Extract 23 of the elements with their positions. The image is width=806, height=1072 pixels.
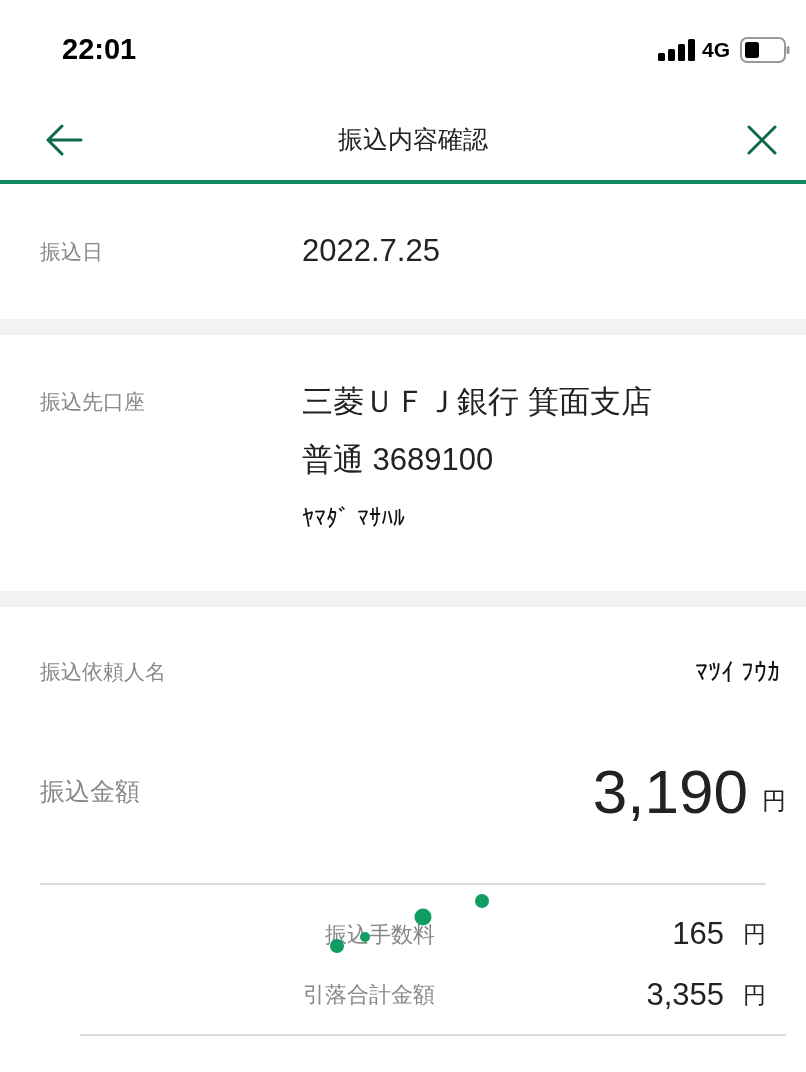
- page-title: 振込内容確認: [338, 124, 488, 156]
- charge-amount: 3,355: [645, 975, 724, 1014]
- network-label: 4G: [702, 37, 730, 64]
- account-detail: 普通 3689100: [302, 441, 495, 479]
- battery-icon: [740, 37, 790, 63]
- field-label: 振込先口座: [40, 389, 146, 415]
- transfer-date: 2022.7.25: [302, 232, 440, 271]
- back-arrow-icon: [45, 124, 83, 156]
- field-label: 振込日: [40, 238, 104, 265]
- yen-unit: 円: [742, 920, 766, 949]
- requester-name: ﾏﾂｲ ﾌｳｶ: [694, 655, 780, 689]
- field-label: 振込依頼人名: [40, 659, 166, 686]
- account-detail: 三菱ＵＦＪ銀行 箕面支店: [302, 383, 652, 421]
- yen-unit: 円: [742, 980, 766, 1010]
- yen-unit: 円: [762, 786, 786, 816]
- close-icon: [747, 125, 777, 155]
- account-detail: ﾔﾏﾀﾞ ﾏｻﾊﾙ: [302, 503, 406, 533]
- transfer-amount: 3,190: [592, 761, 748, 823]
- signal-icon: [658, 39, 696, 61]
- charge-label: 引落合計金額: [302, 981, 435, 1010]
- field-label: 振込金額: [40, 776, 140, 808]
- status-time: 22:01: [62, 32, 137, 68]
- charge-amount: 165: [671, 915, 724, 953]
